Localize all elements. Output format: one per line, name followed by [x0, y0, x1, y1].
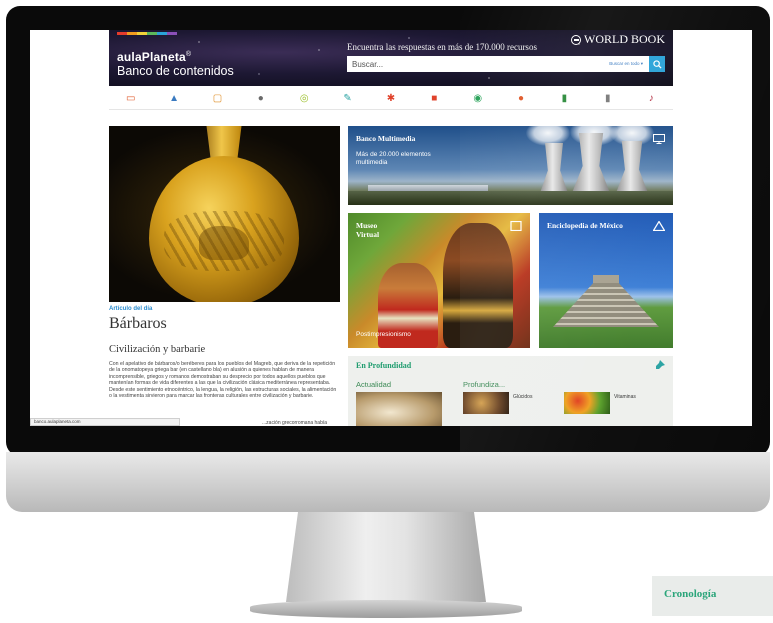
en-profundidad-section: En Profundidad Actualidad Profundiza... … — [348, 356, 673, 426]
tile-desc-line2: multimedia — [356, 159, 388, 166]
search-filter-dropdown[interactable]: Buscar en todo ▾ — [609, 61, 649, 67]
article-subtitle: Civilización y barbarie — [109, 344, 206, 355]
monitor-stand-base — [250, 600, 522, 618]
briefcase-icon[interactable]: ■ — [427, 92, 441, 106]
category-icon-nav: ▭ ▲ ▢ ● ◎ ✎ ✱ ■ ◉ ● ▮ ▮ ♪ — [109, 88, 673, 110]
worldbook-label: WORLD BOOK — [584, 32, 665, 46]
music-note-icon[interactable]: ♪ — [644, 92, 658, 106]
vitaminas-thumbnail[interactable] — [564, 392, 610, 414]
search-bar: Buscar en todo ▾ — [347, 56, 665, 72]
search-button[interactable] — [649, 56, 665, 72]
glucidos-thumbnail[interactable] — [463, 392, 509, 414]
painting-figure — [443, 223, 513, 348]
logo-name: aulaPlaneta — [117, 50, 186, 64]
tile-title-line2: Virtual — [356, 230, 380, 239]
color-strip-segment — [147, 32, 157, 35]
tile-enciclopedia-mexico[interactable]: Enciclopedia de México — [539, 213, 673, 348]
compass-icon[interactable]: ◎ — [297, 92, 311, 106]
brand-color-strip — [117, 32, 177, 35]
monitor-icon[interactable]: ▭ — [124, 92, 138, 106]
color-strip-segment — [167, 32, 177, 35]
cronologia-label: Cronología — [664, 588, 717, 600]
map-pin-icon[interactable]: ● — [254, 92, 268, 106]
actualidad-thumbnail[interactable] — [356, 392, 442, 426]
book-icon[interactable]: ▮ — [557, 92, 571, 106]
tile-banco-multimedia[interactable]: Banco Multimedia Más de 20.000 elementos… — [348, 126, 673, 205]
pushpin-icon[interactable] — [655, 360, 665, 370]
section-title[interactable]: En Profundidad — [356, 361, 411, 370]
pyramid — [553, 283, 659, 327]
article-image[interactable] — [109, 126, 340, 302]
color-strip-segment — [127, 32, 137, 35]
glucidos-link[interactable]: Glúcidos — [513, 394, 532, 400]
search-icon — [652, 59, 662, 69]
clock-icon[interactable]: ◉ — [471, 92, 485, 106]
stage: aulaPlaneta® Banco de contenidos Encuent… — [0, 0, 773, 623]
color-strip-segment — [157, 32, 167, 35]
tile-title-line1: Museo — [356, 221, 378, 230]
monitor-icon — [653, 134, 665, 144]
worldbook-logo[interactable]: WORLD BOOK — [571, 32, 665, 47]
tile-title: Enciclopedia de México — [547, 221, 623, 230]
header-tagline: Encuentra las respuestas en más de 170.0… — [347, 42, 537, 52]
search-input[interactable] — [347, 56, 610, 72]
monitor-chin — [6, 452, 770, 512]
bar-chart-icon[interactable]: ▮ — [601, 92, 615, 106]
site-logo[interactable]: aulaPlaneta® — [117, 50, 191, 64]
registered-mark: ® — [185, 51, 192, 58]
browser-status-url: banco.aulaplaneta.com — [30, 418, 180, 426]
frame-icon — [510, 221, 522, 231]
article-body: Con el apelativo de bárbaros/o beréberes… — [109, 361, 337, 400]
header-banner: aulaPlaneta® Banco de contenidos Encuent… — [109, 30, 673, 86]
article-body-continuation: ...zación grecorromana había — [262, 420, 328, 426]
worldbook-icon — [571, 34, 581, 45]
cooling-tower — [616, 141, 648, 193]
pushpin-icon[interactable]: ✎ — [341, 92, 355, 106]
article-of-day-label: Artículo del día — [109, 306, 153, 312]
network-icon[interactable]: ✱ — [384, 92, 398, 106]
logo-subtitle: Banco de contenidos — [117, 64, 234, 78]
profundiza-heading[interactable]: Profundiza... — [463, 380, 505, 389]
ground — [348, 191, 673, 205]
cronologia-card[interactable]: Cronología — [652, 576, 773, 616]
monitor-stand — [286, 512, 486, 602]
color-strip-segment — [137, 32, 147, 35]
color-strip-segment — [117, 32, 127, 35]
tile-museo-virtual[interactable]: Museo Virtual Postimpresionismo — [348, 213, 530, 348]
tile-title: Banco Multimedia — [356, 134, 416, 143]
frame-icon[interactable]: ▢ — [210, 92, 224, 106]
tile-caption: Postimpresionismo — [356, 331, 411, 338]
vase-rider-relief — [199, 226, 249, 260]
tile-desc-line1: Más de 20.000 elementos — [356, 151, 431, 158]
monitor-screen: aulaPlaneta® Banco de contenidos Encuent… — [30, 30, 752, 426]
pyramid-icon[interactable]: ▲ — [167, 92, 181, 106]
actualidad-heading[interactable]: Actualidad — [356, 380, 391, 389]
vitaminas-link[interactable]: Vitaminas — [614, 394, 636, 400]
person-icon[interactable]: ● — [514, 92, 528, 106]
pyramid-icon — [653, 221, 665, 231]
cooling-tower — [540, 143, 568, 193]
article-title[interactable]: Bárbaros — [109, 315, 167, 333]
